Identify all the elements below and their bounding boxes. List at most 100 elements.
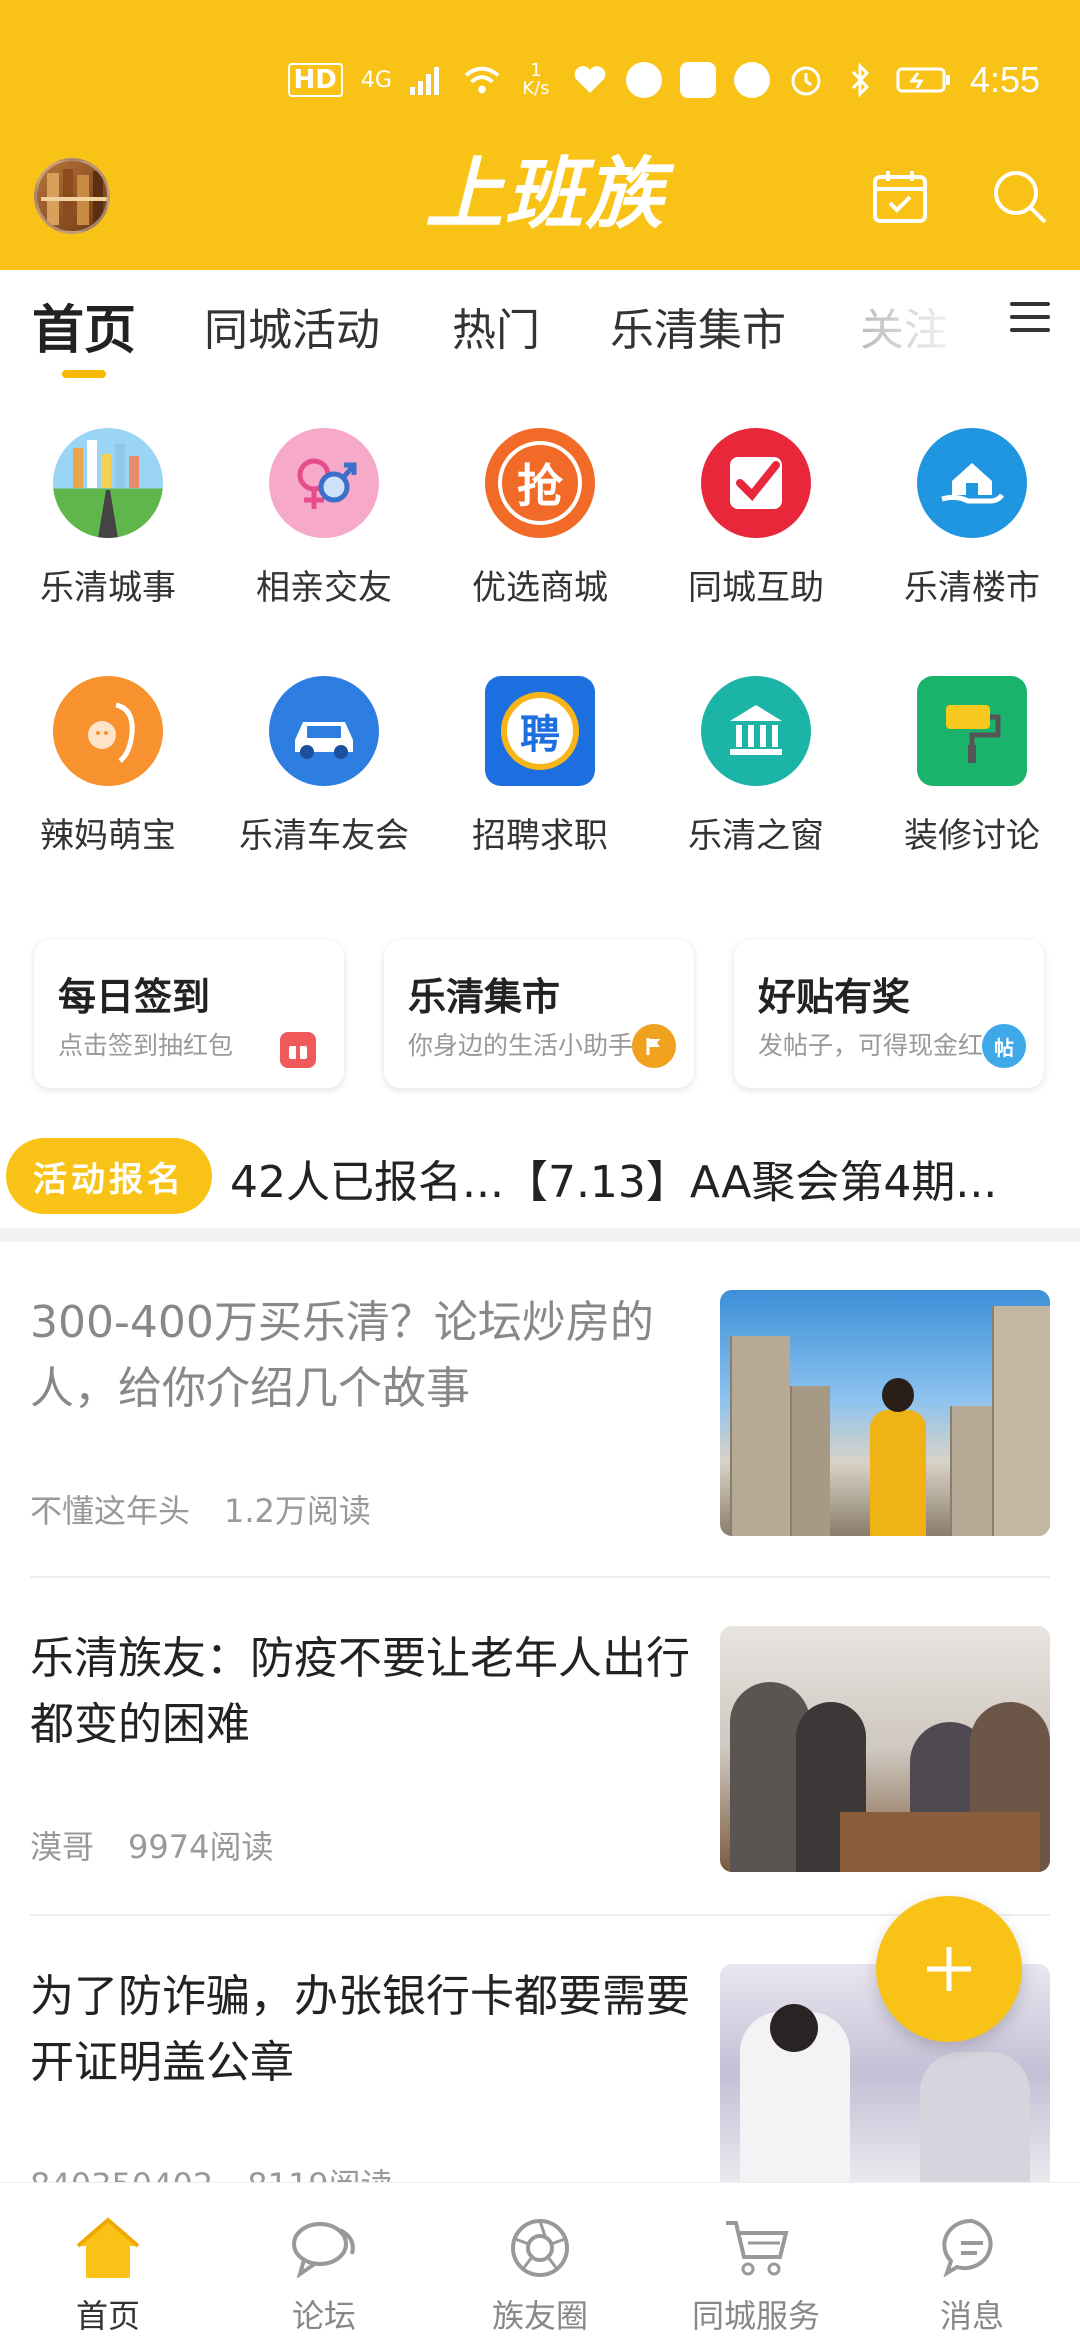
tab-local-events[interactable]: 同城活动 bbox=[204, 294, 380, 358]
plus-icon bbox=[927, 1947, 971, 1991]
card-subtitle: 点击签到抽红包 bbox=[58, 1031, 234, 1060]
grid-label: 乐清之窗 bbox=[688, 816, 824, 856]
nav-messages[interactable]: 消息 bbox=[864, 2213, 1080, 2337]
calendar-icon bbox=[873, 171, 927, 223]
flag-icon bbox=[632, 1024, 676, 1068]
card-title: 每日签到 bbox=[58, 975, 211, 1019]
tab-home[interactable]: 首页 bbox=[32, 288, 136, 363]
grid-label: 乐清城事 bbox=[40, 568, 176, 608]
nav-friends-circle[interactable]: 族友圈 bbox=[432, 2213, 648, 2337]
wifi-icon bbox=[464, 62, 500, 98]
reward-post-card[interactable]: 好贴有奖 发帖子，可得现金红包 帖 bbox=[734, 940, 1044, 1088]
section-divider bbox=[0, 1228, 1080, 1242]
card-title: 乐清集市 bbox=[408, 975, 561, 1019]
bluetooth-icon bbox=[842, 62, 878, 98]
mother-baby-icon bbox=[53, 676, 163, 786]
nav-forum[interactable]: 论坛 bbox=[216, 2213, 432, 2337]
channel-tabs: 首页 同城活动 热门 乐清集市 关注 bbox=[0, 270, 1080, 390]
post-author: 不懂这年头 bbox=[30, 1492, 191, 1530]
bottom-navigation: 首页 论坛 族友圈 同城服务 消息 bbox=[0, 2182, 1080, 2340]
gender-icon bbox=[269, 428, 379, 538]
post-meta: 不懂这年头 1.2万阅读 bbox=[30, 1486, 405, 1532]
government-building-icon bbox=[701, 676, 811, 786]
net-speed: 1 K/s bbox=[522, 60, 550, 99]
nav-label: 消息 bbox=[939, 2297, 1004, 2335]
app-logo: 上班族 bbox=[424, 150, 665, 240]
grid-item-city-news[interactable]: 乐清城事 bbox=[0, 428, 216, 609]
nav-label: 首页 bbox=[75, 2297, 140, 2335]
nav-home[interactable]: 首页 bbox=[0, 2213, 216, 2337]
battery-icon bbox=[896, 62, 952, 98]
post-author: 漠哥 bbox=[30, 1828, 95, 1866]
grid-item-car-club[interactable]: 乐清车友会 bbox=[216, 676, 432, 857]
user-avatar[interactable] bbox=[34, 158, 110, 234]
message-icon bbox=[937, 2213, 1007, 2283]
recruit-glyph: 聘 bbox=[501, 692, 579, 770]
daily-checkin-card[interactable]: 每日签到 点击签到抽红包 bbox=[34, 940, 344, 1088]
card-title: 好贴有奖 bbox=[758, 975, 911, 1019]
car-icon bbox=[269, 676, 379, 786]
signal-icon bbox=[409, 62, 446, 98]
clock: 4:55 bbox=[969, 59, 1040, 100]
hd-indicator: HD bbox=[287, 63, 343, 97]
status-bar: HD 4G 1 K/s 4:55 bbox=[287, 50, 1040, 110]
tab-fade bbox=[860, 270, 970, 380]
post-item[interactable]: 乐清族友：防疫不要让老年人出行都变的困难 漠哥 9974阅读 bbox=[30, 1626, 1050, 1886]
app-notification-icon bbox=[733, 62, 770, 98]
grid-item-mutual-aid[interactable]: 同城互助 bbox=[648, 428, 864, 609]
event-headline[interactable]: 42人已报名...【7.13】AA聚会第4期... bbox=[230, 1146, 997, 1210]
market-card[interactable]: 乐清集市 你身边的生活小助手 bbox=[384, 940, 694, 1088]
network-indicator: 4G bbox=[360, 67, 392, 93]
grid-label: 装修讨论 bbox=[904, 816, 1040, 856]
card-subtitle: 你身边的生活小助手 bbox=[408, 1031, 634, 1060]
aperture-icon bbox=[505, 2213, 575, 2283]
grid-item-moms-babies[interactable]: 辣妈萌宝 bbox=[0, 676, 216, 857]
post-thumbnail bbox=[720, 1290, 1050, 1536]
post-item[interactable]: 300-400万买乐清？论坛炒房的人，给你介绍几个故事 不懂这年头 1.2万阅读 bbox=[30, 1290, 1050, 1550]
channel-menu-button[interactable] bbox=[1010, 302, 1050, 342]
grab-icon: 抢 bbox=[485, 428, 595, 538]
post-reads: 1.2万阅读 bbox=[224, 1492, 371, 1530]
chat-bubbles-icon bbox=[289, 2213, 359, 2283]
health-icon bbox=[572, 62, 608, 98]
check-icon bbox=[701, 428, 811, 538]
card-subtitle: 发帖子，可得现金红包 bbox=[758, 1031, 1009, 1060]
post-title: 乐清族友：防疫不要让老年人出行都变的困难 bbox=[30, 1633, 690, 1750]
grid-label: 招聘求职 bbox=[472, 816, 608, 856]
new-post-button[interactable] bbox=[876, 1896, 1022, 2042]
search-button[interactable] bbox=[988, 165, 1052, 229]
nav-label: 同城服务 bbox=[691, 2297, 820, 2335]
grid-item-real-estate[interactable]: 乐清楼市 bbox=[864, 428, 1080, 609]
post-meta: 漠哥 9974阅读 bbox=[30, 1822, 307, 1868]
grid-item-jobs[interactable]: 聘 招聘求职 bbox=[432, 676, 648, 857]
weibo-icon bbox=[679, 62, 716, 98]
grid-item-window[interactable]: 乐清之窗 bbox=[648, 676, 864, 857]
grid-label: 同城互助 bbox=[688, 568, 824, 608]
paint-brush-icon bbox=[917, 676, 1027, 786]
active-tab-indicator bbox=[62, 370, 106, 378]
cart-icon bbox=[721, 2213, 791, 2283]
grid-label: 乐清车友会 bbox=[239, 816, 409, 856]
event-signup-pill[interactable]: 活动报名 bbox=[6, 1138, 212, 1214]
grid-item-decoration[interactable]: 装修讨论 bbox=[864, 676, 1080, 857]
grid-label: 乐清楼市 bbox=[904, 568, 1040, 608]
nav-label: 族友圈 bbox=[491, 2297, 588, 2335]
recruit-icon: 聘 bbox=[485, 676, 595, 786]
house-hand-icon bbox=[917, 428, 1027, 538]
tab-hot[interactable]: 热门 bbox=[452, 294, 540, 358]
home-icon bbox=[73, 2213, 143, 2283]
grid-item-mall[interactable]: 抢 优选商城 bbox=[432, 428, 648, 609]
post-thumbnail bbox=[720, 1626, 1050, 1872]
post-divider bbox=[30, 1576, 1050, 1578]
tab-yueqing-market[interactable]: 乐清集市 bbox=[610, 294, 786, 358]
app-header: HD 4G 1 K/s 4:55 上班族 bbox=[0, 0, 1080, 270]
city-road-icon bbox=[53, 428, 163, 538]
alarm-icon bbox=[788, 62, 824, 98]
nav-local-services[interactable]: 同城服务 bbox=[648, 2213, 864, 2337]
grid-item-dating[interactable]: 相亲交友 bbox=[216, 428, 432, 609]
post-divider bbox=[30, 1914, 1050, 1916]
nav-label: 论坛 bbox=[291, 2297, 356, 2335]
grid-label: 优选商城 bbox=[472, 568, 608, 608]
calendar-button[interactable] bbox=[868, 165, 932, 229]
browser-icon bbox=[625, 62, 662, 98]
